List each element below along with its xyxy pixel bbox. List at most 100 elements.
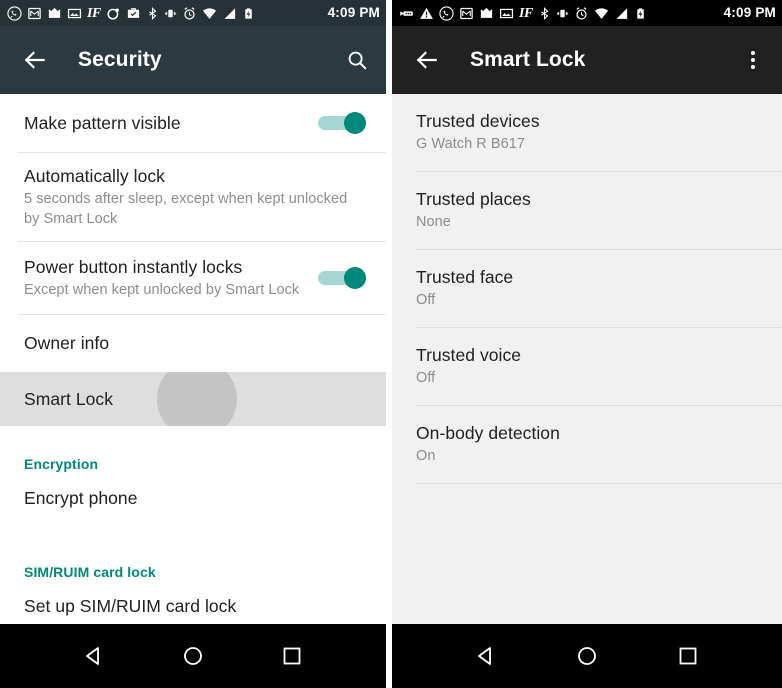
more-notifications-icon xyxy=(399,6,414,21)
wifi-icon xyxy=(594,6,609,21)
photo-icon xyxy=(499,6,514,21)
list-item[interactable]: Power button instantly locks Except when… xyxy=(0,242,386,314)
row-text-block: On-body detection On xyxy=(416,422,762,467)
overflow-menu-icon[interactable] xyxy=(738,45,768,75)
left-phone-screen: IF 4:09 PM Security Make pattern visible… xyxy=(0,0,386,688)
page-title: Security xyxy=(78,48,162,71)
row-subtitle: Except when kept unlocked by Smart Lock xyxy=(24,281,300,298)
list-item-trusted-devices[interactable]: Trusted devices G Watch R B617 xyxy=(392,94,782,171)
cellular-signal-icon xyxy=(222,6,237,21)
switch-thumb xyxy=(344,112,366,134)
home-button[interactable] xyxy=(570,639,604,673)
back-button[interactable] xyxy=(77,639,111,673)
row-text-block: Smart Lock xyxy=(24,388,366,411)
divider xyxy=(416,483,782,484)
arrow-back-icon[interactable] xyxy=(414,47,440,73)
email-icon xyxy=(479,6,494,21)
work-badge-icon xyxy=(126,6,141,21)
row-title: Owner info xyxy=(24,333,110,353)
row-subtitle: Off xyxy=(416,292,436,309)
row-title: Automatically lock xyxy=(24,166,165,186)
alarm-icon xyxy=(182,6,197,21)
row-title: Set up SIM/RUIM card lock xyxy=(24,595,237,616)
whatsapp-icon xyxy=(7,5,22,21)
row-title: Trusted voice xyxy=(416,345,522,366)
list-item-trusted-places[interactable]: Trusted places None xyxy=(392,172,782,249)
arrow-back-icon[interactable] xyxy=(22,47,48,73)
ifttt-icon: IF xyxy=(87,5,101,21)
warning-icon xyxy=(419,6,434,21)
right-navigation-bar xyxy=(392,624,782,688)
list-item-trusted-voice[interactable]: Trusted voice Off xyxy=(392,328,782,405)
row-title: Encrypt phone xyxy=(24,487,138,508)
right-status-bar: IF 4:09 PM xyxy=(392,0,782,26)
alarm-icon xyxy=(574,6,589,21)
recents-button[interactable] xyxy=(275,639,309,673)
row-text-block: Trusted devices G Watch R B617 xyxy=(416,110,762,155)
section-header-encryption: Encryption xyxy=(24,456,99,472)
email-icon xyxy=(47,6,62,21)
wifi-icon xyxy=(202,6,217,21)
left-status-bar: IF 4:09 PM xyxy=(0,0,386,26)
row-title: On-body detection xyxy=(416,423,560,444)
row-text-block: Owner info xyxy=(24,332,366,355)
list-item-trusted-face[interactable]: Trusted face Off xyxy=(392,250,782,327)
row-subtitle: None xyxy=(416,214,451,231)
ifttt-icon: IF xyxy=(519,5,533,21)
list-item-encrypt-phone[interactable]: Encrypt phone xyxy=(0,472,386,524)
row-text-block: Trusted face Off xyxy=(416,266,762,311)
row-title: Trusted devices xyxy=(416,111,540,132)
dual-screenshot: IF 4:09 PM Security Make pattern visible… xyxy=(0,0,782,688)
smart-lock-toolbar: Smart Lock xyxy=(392,26,782,94)
row-subtitle: 5 seconds after sleep, except when kept … xyxy=(24,191,348,227)
list-item[interactable]: Make pattern visible xyxy=(0,94,386,152)
vibrate-icon xyxy=(556,6,569,21)
row-text-block: Trusted voice Off xyxy=(416,344,762,389)
page-title: Smart Lock xyxy=(470,48,586,71)
status-bar-clock: 4:09 PM xyxy=(723,5,776,21)
row-text-block: Make pattern visible xyxy=(24,112,306,135)
status-bar-clock: 4:09 PM xyxy=(327,5,380,21)
row-title: Power button instantly locks xyxy=(24,256,243,277)
sync-circle-icon xyxy=(106,6,121,21)
left-navigation-bar xyxy=(0,624,386,688)
three-dots xyxy=(751,51,755,69)
row-text-block: Encrypt phone xyxy=(24,487,366,510)
row-text-block: Set up SIM/RUIM card lock xyxy=(24,595,366,618)
row-subtitle: G Watch R B617 xyxy=(416,136,525,153)
bluetooth-icon xyxy=(538,6,551,21)
list-item-smart-lock[interactable]: Smart Lock xyxy=(0,372,386,426)
back-button[interactable] xyxy=(469,639,503,673)
row-title: Trusted places xyxy=(416,189,531,210)
home-button[interactable] xyxy=(176,639,210,673)
power-button-locks-switch[interactable] xyxy=(318,267,366,289)
gmail-icon xyxy=(459,6,474,21)
bluetooth-icon xyxy=(146,6,159,21)
switch-thumb xyxy=(344,267,366,289)
left-status-icons: IF xyxy=(7,6,325,21)
security-toolbar: Security xyxy=(0,26,386,94)
gmail-icon xyxy=(27,6,42,21)
section-header-sim-lock: SIM/RUIM card lock xyxy=(24,564,156,580)
list-item-on-body-detection[interactable]: On-body detection On xyxy=(392,406,782,483)
security-settings-list[interactable]: Make pattern visible Automatically lock … xyxy=(0,94,386,624)
row-text-block: Automatically lock 5 seconds after sleep… xyxy=(24,165,366,229)
row-subtitle: Off xyxy=(416,370,436,387)
search-icon[interactable] xyxy=(342,45,372,75)
smart-lock-list[interactable]: Trusted devices G Watch R B617 Trusted p… xyxy=(392,94,782,624)
right-phone-screen: IF 4:09 PM Smart Lock Trusted devices G … xyxy=(392,0,782,688)
row-text-block: Trusted places None xyxy=(416,188,762,233)
make-pattern-visible-switch[interactable] xyxy=(318,112,366,134)
recents-button[interactable] xyxy=(671,639,705,673)
list-item-owner-info[interactable]: Owner info xyxy=(0,315,386,372)
battery-charging-icon xyxy=(634,6,647,21)
whatsapp-icon xyxy=(439,5,454,21)
row-title: Smart Lock xyxy=(24,388,113,409)
row-title: Trusted face xyxy=(416,267,514,288)
right-status-icons: IF xyxy=(399,6,721,21)
battery-charging-icon xyxy=(242,6,255,21)
list-item[interactable]: Automatically lock 5 seconds after sleep… xyxy=(0,153,386,241)
vibrate-icon xyxy=(164,6,177,21)
list-item-setup-sim-lock[interactable]: Set up SIM/RUIM card lock xyxy=(0,580,386,624)
row-title: Make pattern visible xyxy=(24,112,181,133)
